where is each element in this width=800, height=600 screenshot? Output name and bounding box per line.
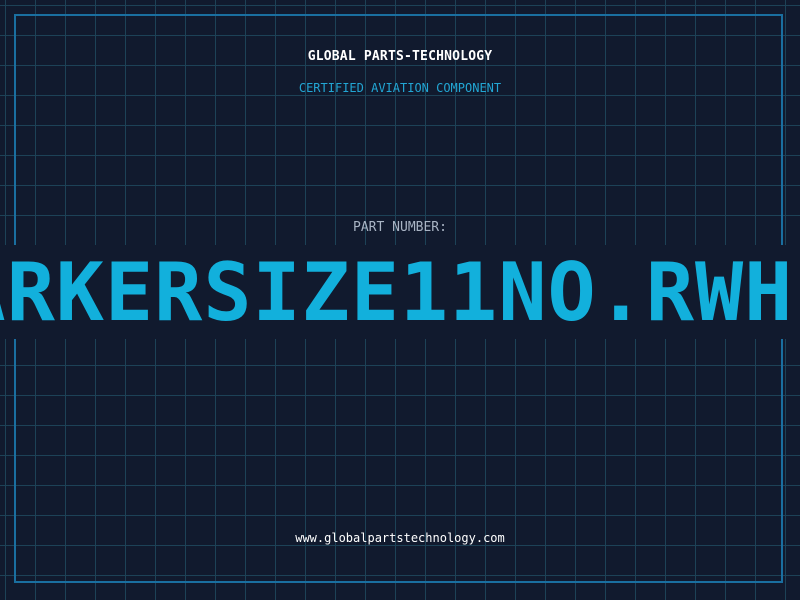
company-name: GLOBAL PARTS-TECHNOLOGY <box>307 49 493 64</box>
certificate-card: GLOBAL PARTS-TECHNOLOGY CERTIFIED AVIATI… <box>0 0 800 600</box>
certification-tagline: CERTIFIED AVIATION COMPONENT <box>298 81 502 95</box>
part-number-value: ARKERSIZE11NO.RWHI <box>0 246 800 339</box>
part-number-label: PART NUMBER: <box>353 220 447 235</box>
website-link[interactable]: www.globalpartstechnology.com <box>0 531 800 545</box>
part-number-band: ARKERSIZE11NO.RWHI <box>0 245 800 339</box>
